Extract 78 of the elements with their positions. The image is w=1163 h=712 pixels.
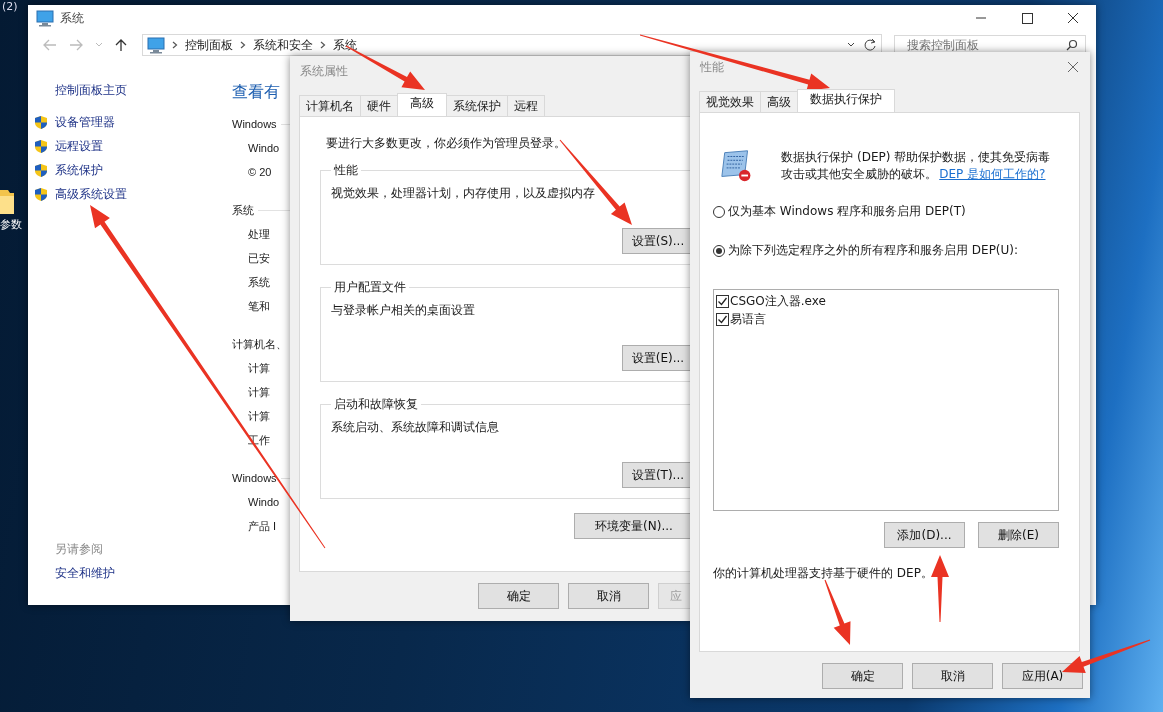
- info-label: © 20: [248, 165, 272, 180]
- tab[interactable]: 视觉效果: [699, 91, 761, 113]
- group-description: 视觉效果，处理器计划，内存使用，以及虚拟内存: [331, 185, 596, 202]
- window-title: 系统属性: [300, 62, 348, 80]
- monitor-icon: [147, 36, 165, 54]
- shield-icon: [34, 162, 48, 178]
- group-description: 系统启动、系统故障和调试信息: [331, 419, 500, 436]
- monitor-icon: [36, 9, 54, 27]
- breadcrumb-item[interactable]: 控制面板: [185, 36, 233, 54]
- button[interactable]: 应用(A): [1002, 663, 1083, 689]
- desktop-icon-label[interactable]: 参数: [0, 217, 22, 232]
- tab[interactable]: 高级: [397, 93, 447, 116]
- tab[interactable]: 数据执行保护: [797, 89, 895, 112]
- button[interactable]: 确定: [822, 663, 903, 689]
- shield-icon: [34, 186, 48, 202]
- group-description: 与登录帐户相关的桌面设置: [331, 302, 476, 319]
- checkbox[interactable]: [716, 294, 729, 308]
- hardware-note: 你的计算机处理器支持基于硬件的 DEP。: [713, 565, 934, 582]
- annotation-arrow: [824, 579, 851, 645]
- sidebar-link[interactable]: 远程设置: [55, 137, 103, 155]
- section-heading: 系统: [232, 202, 254, 218]
- button[interactable]: 取消: [912, 663, 993, 689]
- radio-button[interactable]: [713, 244, 725, 257]
- section-heading: 计算机名、: [232, 336, 287, 352]
- radio-button[interactable]: [713, 205, 725, 218]
- address-bar[interactable]: 控制面板 系统和安全 系统: [142, 34, 882, 56]
- info-label: 计算: [248, 361, 270, 376]
- window-title: 性能: [700, 58, 724, 76]
- group-title: 用户配置文件: [333, 279, 407, 296]
- group-title: 性能: [333, 162, 359, 179]
- group-title: 启动和故障恢复: [333, 396, 419, 413]
- sidebar-link[interactable]: 安全和维护: [34, 561, 212, 585]
- tab[interactable]: 计算机名: [299, 95, 361, 117]
- button[interactable]: 取消: [568, 583, 649, 609]
- program-name[interactable]: 易语言: [730, 310, 766, 328]
- info-label: 处理: [248, 227, 270, 242]
- shield-icon: [34, 138, 48, 154]
- tab[interactable]: 远程: [507, 95, 545, 117]
- info-label: 计算: [248, 409, 270, 424]
- info-label: Windo: [248, 141, 280, 156]
- radio-label[interactable]: 仅为基本 Windows 程序和服务启用 DEP(T): [728, 203, 966, 220]
- button[interactable]: 删除(E): [978, 522, 1059, 548]
- folder-icon[interactable]: [0, 188, 14, 214]
- info-label: 系统: [248, 275, 270, 290]
- section-heading: Windows: [232, 118, 277, 130]
- radio-label[interactable]: 为除下列选定程序之外的所有程序和服务启用 DEP(U):: [728, 242, 1019, 259]
- page-heading: 查看有: [232, 82, 280, 102]
- info-label: 产品 I: [248, 519, 277, 534]
- annotation-arrow: [931, 555, 949, 622]
- chevron-icon: [240, 41, 246, 49]
- window-title: 系统: [60, 9, 84, 27]
- info-label: 笔和: [248, 299, 270, 314]
- close-icon[interactable]: [1066, 60, 1080, 74]
- button[interactable]: 添加(D)...: [884, 522, 965, 548]
- notice-text: 要进行大多数更改，你必须作为管理员登录。: [326, 135, 567, 152]
- see-also-heading: 另请参阅: [54, 541, 104, 558]
- button[interactable]: 确定: [478, 583, 559, 609]
- description-text: 数据执行保护 (DEP) 帮助保护数据，使其免受病毒攻击或其他安全威胁的破坏。 DEP 是如何工作的?: [781, 149, 1052, 183]
- sidebar-link[interactable]: 设备管理器: [55, 113, 115, 131]
- info-label: 已安: [248, 251, 270, 266]
- help-link[interactable]: DEP 是如何工作的?: [939, 167, 1046, 181]
- program-name[interactable]: CSGO注入器.exe: [730, 292, 826, 310]
- breadcrumb-item[interactable]: 系统: [333, 36, 357, 54]
- checkbox[interactable]: [716, 312, 729, 326]
- up-arrow-icon[interactable]: [114, 38, 128, 52]
- sidebar-link[interactable]: 控制面板主页: [34, 78, 212, 102]
- refresh-icon[interactable]: [863, 38, 877, 52]
- chevron-icon: [172, 41, 178, 49]
- info-label: 计算: [248, 385, 270, 400]
- shield-icon: [34, 114, 48, 130]
- breadcrumb-item[interactable]: 系统和安全: [253, 36, 313, 54]
- section-heading: Windows: [232, 472, 277, 484]
- search-icon: [1066, 39, 1078, 51]
- chevron-icon: [320, 41, 326, 49]
- badge-count: (2): [2, 0, 18, 13]
- sidebar-link[interactable]: 高级系统设置: [55, 185, 127, 203]
- info-label: Windo: [248, 495, 280, 510]
- sidebar-link[interactable]: 系统保护: [55, 161, 103, 179]
